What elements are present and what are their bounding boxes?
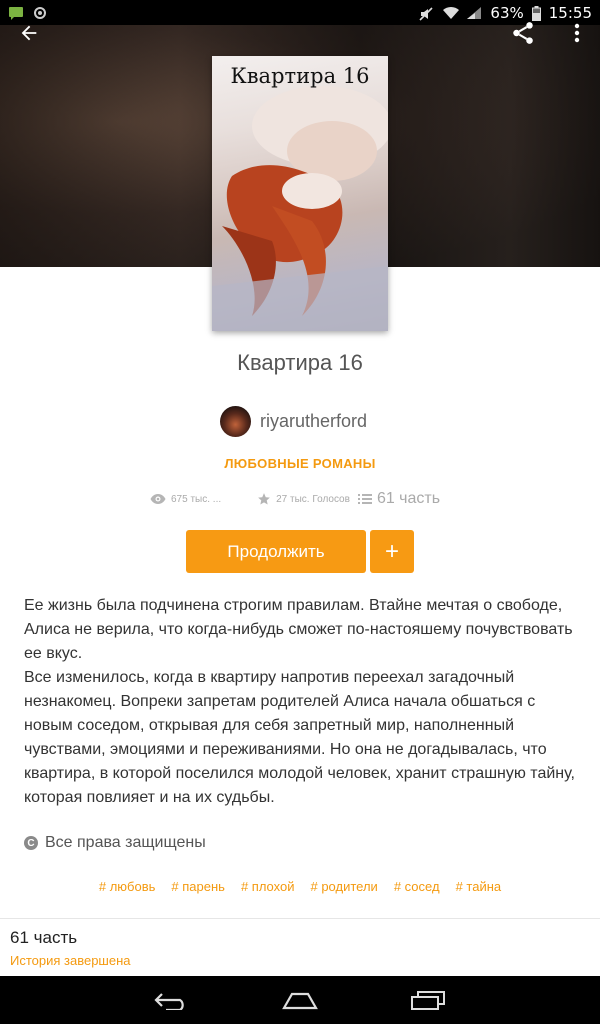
stats-row: 675 тыс. ... 27 тыс. Голосов 61 часть <box>150 490 440 508</box>
system-navigation-bar <box>0 976 600 1024</box>
genre-link[interactable]: ЛЮБОВНЫЕ РОМАНЫ <box>0 456 600 471</box>
author-name: riyarutherford <box>260 411 368 431</box>
tag-item[interactable]: # родители <box>310 879 377 894</box>
add-to-library-button[interactable]: + <box>370 530 414 573</box>
signal-icon <box>466 6 482 20</box>
book-title: Квартира 16 <box>237 350 363 375</box>
views-count: 675 тыс. ... <box>171 493 222 505</box>
arrow-left-icon <box>21 25 37 41</box>
continue-reading-button[interactable]: Продолжить <box>186 530 366 573</box>
tag-item[interactable]: # парень <box>171 879 225 894</box>
author-link[interactable]: riyarutherford <box>220 406 367 437</box>
nav-recents-button[interactable] <box>410 986 446 1014</box>
tag-item[interactable]: # сосед <box>394 879 440 894</box>
avatar <box>220 406 251 437</box>
copyright-notice: C Все права защищены <box>24 834 206 852</box>
tag-item[interactable]: # любовь <box>99 879 156 894</box>
divider <box>0 918 600 919</box>
parts-list-header[interactable]: 61 часть <box>10 928 77 948</box>
recents-icon <box>411 991 445 1010</box>
book-cover[interactable]: Квартира 16 <box>212 56 388 331</box>
wifi-icon <box>442 6 460 20</box>
eye-icon <box>150 494 166 504</box>
votes-stat: 27 тыс. Голосов <box>257 492 350 506</box>
mute-icon <box>418 6 434 21</box>
home-icon <box>282 992 318 1010</box>
description-paragraph: Все изменилось, когда в квартиру напроти… <box>24 669 575 806</box>
back-icon <box>154 993 184 1010</box>
copyright-icon: C <box>24 836 38 850</box>
more-options-button[interactable] <box>562 18 592 48</box>
copyright-label: Все права защищены <box>45 834 206 851</box>
description: Ее жизнь была подчинена строгим правилам… <box>24 594 580 810</box>
description-paragraph: Ее жизнь была подчинена строгим правилам… <box>24 597 573 662</box>
share-icon <box>513 22 533 44</box>
nav-back-button[interactable] <box>154 986 190 1014</box>
parts-count-stat: 61 часть <box>376 490 441 507</box>
more-vertical-icon <box>574 23 580 43</box>
share-button[interactable] <box>508 18 538 48</box>
views-stat: 675 тыс. ... <box>150 493 221 505</box>
nav-home-button[interactable] <box>282 986 318 1014</box>
back-button[interactable] <box>14 18 44 48</box>
cover-illustration <box>212 86 388 331</box>
votes-count: 27 тыс. Голосов <box>276 493 350 505</box>
story-status: История завершена <box>10 953 131 968</box>
parts-stat: 61 часть <box>357 490 441 508</box>
star-icon <box>258 493 270 505</box>
tag-item[interactable]: # плохой <box>241 879 295 894</box>
list-icon <box>357 494 372 504</box>
tag-item[interactable]: # тайна <box>456 879 502 894</box>
cover-title: Квартира 16 <box>230 64 370 88</box>
tag-list: # любовь # парень # плохой # родители # … <box>0 879 600 894</box>
